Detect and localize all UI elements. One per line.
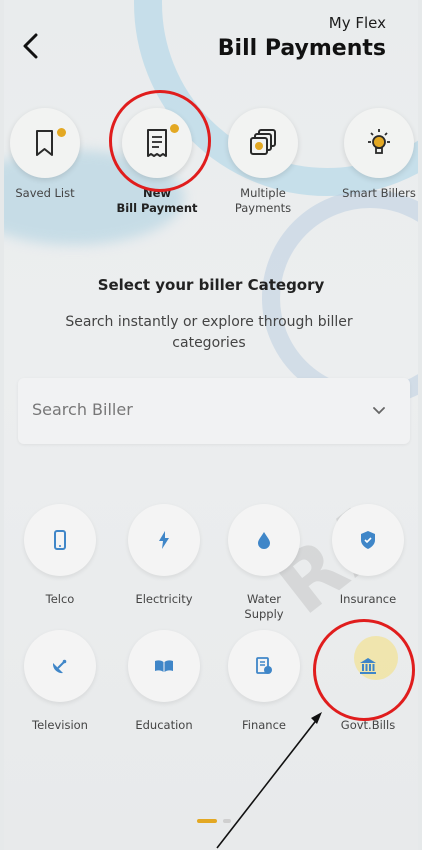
saved-list-label: Saved List [15,186,75,200]
back-arrow-icon [23,33,38,59]
back-button[interactable] [16,30,46,62]
category-insurance[interactable]: Insurance [318,504,418,607]
page-indicator-inactive [223,819,231,823]
search-biller-placeholder: Search Biller [32,400,133,419]
shield-icon [361,531,375,549]
screen: My Flex Bill Payments Saved List New Bil… [4,0,418,850]
smart-billers-button[interactable]: Smart Billers [324,108,418,201]
multiple-payments-label-line1: Multiple [240,186,286,200]
category-education-circle [128,630,200,702]
section-heading: Select your biller Category [97,276,325,294]
phone-icon [54,530,66,550]
page-subtitle: My Flex [328,14,386,32]
multiple-payments-button[interactable]: Multiple Payments [208,108,318,216]
category-television[interactable]: Television [10,630,110,733]
category-water-supply-label-line1: Water [247,592,281,606]
category-television-circle [24,630,96,702]
lightbulb-icon [368,129,390,154]
section-description: Search instantly or explore through bill… [65,314,353,351]
chevron-down-icon [373,407,385,415]
category-finance-circle [228,630,300,702]
page-indicator-active [197,819,217,823]
open-book-icon [155,660,173,672]
category-education-label: Education [135,718,193,732]
smart-billers-circle [344,108,414,178]
saved-list-button[interactable]: Saved List [4,108,100,201]
lightning-icon [159,531,169,549]
page-title: Bill Payments [217,36,386,61]
category-telco[interactable]: Telco [10,504,110,607]
category-water-supply-label-line2: Supply [244,607,284,621]
category-electricity-circle [128,504,200,576]
header: My Flex Bill Payments [4,0,418,80]
finance-document-icon [256,657,272,674]
annotation-circle-govt-bills [313,619,415,721]
category-insurance-label: Insurance [339,592,397,606]
category-telco-circle [24,504,96,576]
smart-billers-label: Smart Billers [342,186,416,200]
category-education[interactable]: Education [114,630,214,733]
multiple-payments-label: Multiple Payments [208,186,318,216]
new-bill-payment-label-line2: Bill Payment [116,201,198,215]
saved-list-circle [10,108,80,178]
category-finance[interactable]: Finance [214,630,314,733]
category-electricity[interactable]: Electricity [114,504,214,607]
notification-dot [57,128,66,137]
category-television-label: Television [32,718,88,732]
category-telco-label: Telco [45,592,75,606]
category-water-supply-circle [228,504,300,576]
multiple-payments-label-line2: Payments [234,201,292,215]
page-indicator [197,819,237,823]
multiple-payments-circle [228,108,298,178]
annotation-circle-new-bill-payment [109,90,211,192]
quick-actions: Saved List New Bill Payment Multiple Pay… [4,108,418,238]
water-drop-icon [258,532,270,549]
satellite-dish-icon [52,659,67,674]
category-insurance-circle [332,504,404,576]
category-water-supply-label: Water Supply [214,592,314,622]
category-water-supply[interactable]: Water Supply [214,504,314,622]
category-electricity-label: Electricity [135,592,193,606]
category-finance-label: Finance [242,718,286,732]
stacked-cards-icon [250,129,276,155]
search-biller-dropdown[interactable]: Search Biller [18,378,410,444]
